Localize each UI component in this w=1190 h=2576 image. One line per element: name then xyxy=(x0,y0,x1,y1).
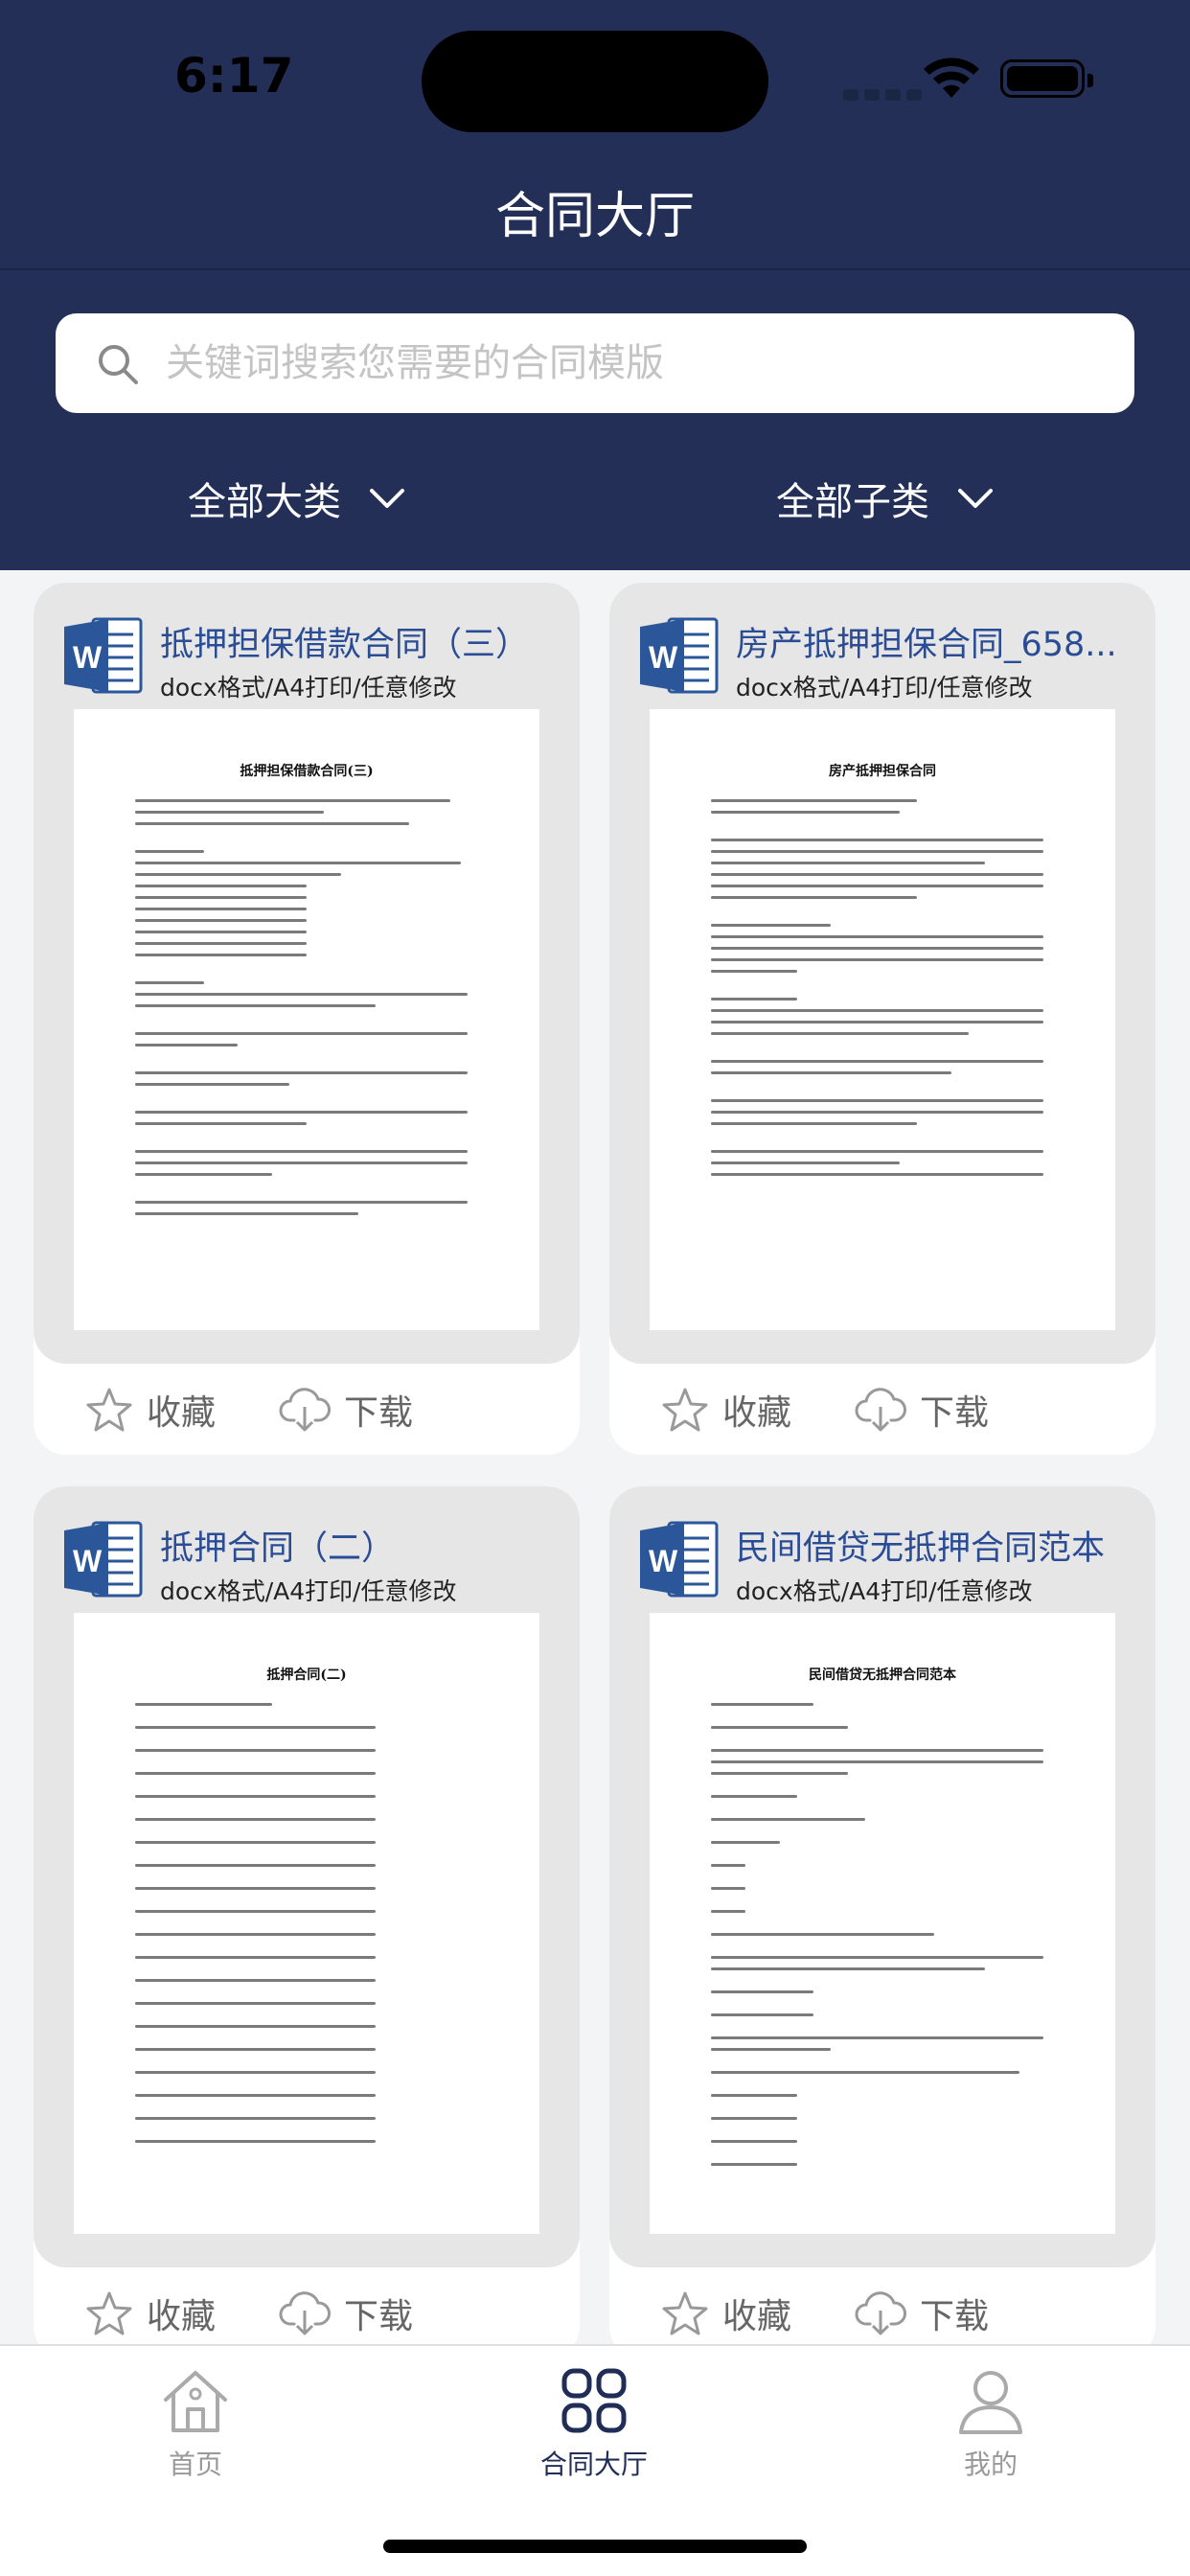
document-preview-title: 房产抵押担保合同 xyxy=(829,764,936,779)
chevron-down-icon xyxy=(958,489,993,508)
download-label: 下载 xyxy=(344,1393,414,1433)
document-preview[interactable]: 抵押合同(二) xyxy=(74,1613,539,2234)
grid-icon xyxy=(561,2368,627,2433)
card-header: W 民间借贷无抵押合同范本 docx格式/A4打印/任意修改 民间借贷无抵押合同… xyxy=(609,1486,1156,2267)
tab-home[interactable]: 首页 xyxy=(80,2365,310,2482)
favorite-label: 收藏 xyxy=(147,1393,217,1433)
download-label: 下载 xyxy=(920,1393,990,1433)
card-subtitle: docx格式/A4打印/任意修改 xyxy=(160,674,457,702)
document-preview[interactable]: 抵押担保借款合同(三) xyxy=(74,709,539,1330)
favorite-label: 收藏 xyxy=(722,2297,792,2336)
star-icon xyxy=(662,1388,708,1432)
card-subtitle: docx格式/A4打印/任意修改 xyxy=(736,1577,1033,1605)
download-label: 下载 xyxy=(344,2297,414,2336)
document-preview-title: 抵押合同(二) xyxy=(266,1668,347,1683)
download-button[interactable]: 下载 xyxy=(279,1383,413,1437)
card-title[interactable]: 民间借贷无抵押合同范本 xyxy=(736,1521,1138,1570)
document-preview-text xyxy=(135,1703,478,2163)
wifi-icon xyxy=(924,58,979,98)
favorite-label: 收藏 xyxy=(147,2297,217,2336)
chevron-down-icon xyxy=(370,489,404,508)
home-indicator[interactable] xyxy=(383,2540,807,2553)
tab-contract-hall[interactable]: 合同大厅 xyxy=(479,2365,709,2482)
svg-text:W: W xyxy=(73,640,103,675)
download-label: 下载 xyxy=(920,2297,990,2336)
category-filter-label: 全部大类 xyxy=(188,480,341,524)
contract-card[interactable]: W 民间借贷无抵押合同范本 docx格式/A4打印/任意修改 民间借贷无抵押合同… xyxy=(609,1486,1156,2358)
contract-card[interactable]: W 抵押合同（二） docx格式/A4打印/任意修改 抵押合同(二) 收藏 下载 xyxy=(34,1486,580,2358)
cloud-download-icon xyxy=(855,2291,906,2335)
svg-text:W: W xyxy=(649,1544,678,1578)
card-title[interactable]: 抵押担保借款合同（三） xyxy=(160,617,562,666)
card-actions: 收藏 下载 xyxy=(34,1364,580,1455)
favorite-label: 收藏 xyxy=(722,1393,792,1433)
document-preview-text xyxy=(711,1703,1054,2186)
home-icon xyxy=(164,2371,227,2432)
dynamic-island xyxy=(422,31,768,132)
favorite-button[interactable]: 收藏 xyxy=(85,2287,216,2340)
tab-mine-label: 我的 xyxy=(963,2449,1018,2480)
card-subtitle: docx格式/A4打印/任意修改 xyxy=(736,674,1033,702)
subcategory-filter-label: 全部子类 xyxy=(776,480,929,524)
favorite-button[interactable]: 收藏 xyxy=(661,2287,791,2340)
card-title[interactable]: 抵押合同（二） xyxy=(160,1521,562,1570)
document-preview[interactable]: 房产抵押担保合同 xyxy=(650,709,1115,1330)
svg-text:W: W xyxy=(649,640,678,675)
card-actions: 收藏 下载 xyxy=(609,1364,1156,1455)
subcategory-filter[interactable]: 全部子类 xyxy=(776,470,995,527)
cloud-download-icon xyxy=(279,2291,331,2335)
search-input[interactable] xyxy=(166,313,1105,413)
favorite-button[interactable]: 收藏 xyxy=(85,1383,216,1437)
category-filter[interactable]: 全部大类 xyxy=(188,470,406,527)
word-document-icon: W xyxy=(640,1521,719,1598)
word-document-icon: W xyxy=(640,617,719,694)
tab-contract-hall-label: 合同大厅 xyxy=(539,2449,648,2480)
document-preview-title: 民间借贷无抵押合同范本 xyxy=(809,1668,956,1683)
svg-text:W: W xyxy=(73,1544,103,1578)
header-divider xyxy=(0,268,1190,270)
document-preview[interactable]: 民间借贷无抵押合同范本 xyxy=(650,1613,1115,2234)
header: 6:17 合同大厅 全部大类 xyxy=(0,0,1190,570)
card-header: W 抵押担保借款合同（三） docx格式/A4打印/任意修改 抵押担保借款合同(… xyxy=(34,583,580,1364)
search-bar[interactable] xyxy=(56,313,1134,413)
document-preview-text xyxy=(135,799,478,1224)
word-document-icon: W xyxy=(64,1521,143,1598)
star-icon xyxy=(86,2291,132,2335)
card-header: W 抵押合同（二） docx格式/A4打印/任意修改 抵押合同(二) xyxy=(34,1486,580,2267)
page-title: 合同大厅 xyxy=(494,188,695,245)
battery-icon xyxy=(1000,59,1093,98)
document-preview-title: 抵押担保借款合同(三) xyxy=(240,764,374,779)
tab-home-label: 首页 xyxy=(168,2449,222,2480)
search-icon xyxy=(99,345,138,384)
contract-card[interactable]: W 房产抵押担保合同_658... docx格式/A4打印/任意修改 房产抵押担… xyxy=(609,583,1156,1455)
star-icon xyxy=(86,1388,132,1432)
download-button[interactable]: 下载 xyxy=(279,2287,413,2340)
word-document-icon: W xyxy=(64,617,143,694)
tab-mine[interactable]: 我的 xyxy=(876,2365,1106,2482)
star-icon xyxy=(662,2291,708,2335)
contract-card[interactable]: W 抵押担保借款合同（三） docx格式/A4打印/任意修改 抵押担保借款合同(… xyxy=(34,583,580,1455)
cloud-download-icon xyxy=(279,1388,331,1432)
download-button[interactable]: 下载 xyxy=(855,2287,989,2340)
user-icon xyxy=(959,2371,1022,2434)
card-header: W 房产抵押担保合同_658... docx格式/A4打印/任意修改 房产抵押担… xyxy=(609,583,1156,1364)
favorite-button[interactable]: 收藏 xyxy=(661,1383,791,1437)
app-screen: 6:17 合同大厅 全部大类 xyxy=(0,0,1190,2576)
card-subtitle: docx格式/A4打印/任意修改 xyxy=(160,1577,457,1605)
card-title[interactable]: 房产抵押担保合同_658... xyxy=(736,617,1138,666)
download-button[interactable]: 下载 xyxy=(855,1383,989,1437)
status-time: 6:17 xyxy=(174,48,294,104)
document-preview-text xyxy=(711,799,1054,1184)
cellular-signal-icon xyxy=(843,86,929,101)
cloud-download-icon xyxy=(855,1388,906,1432)
